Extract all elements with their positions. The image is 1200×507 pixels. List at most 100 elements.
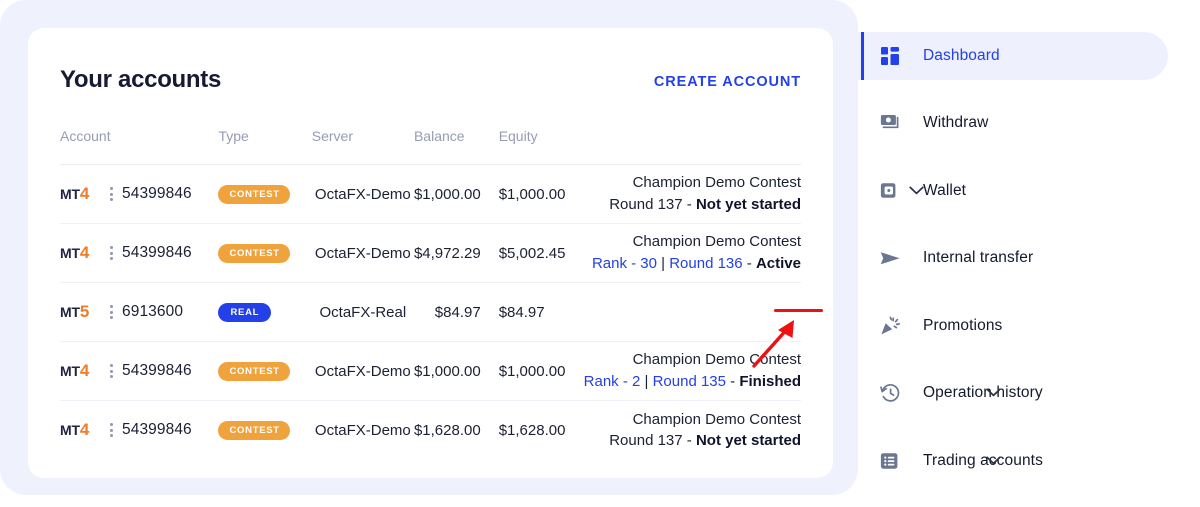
status-dash: - (725, 373, 740, 390)
cell-balance: $84.97 (413, 282, 499, 342)
app-screenshot: Your accounts CREATE ACCOUNT Account Typ… (0, 0, 1200, 507)
table-row[interactable]: MT4 54399846 CONTEST OctaFX-Demo $1,000.… (60, 341, 801, 401)
column-header-equity: Equity (498, 128, 538, 144)
wallet-card-icon (880, 182, 906, 201)
platform-logo: MT4 (60, 184, 90, 203)
contest-name: Champion Demo Contest (632, 174, 801, 192)
cell-server: OctaFX-Demo (314, 421, 411, 439)
sidebar-item-wallet[interactable]: Wallet (858, 167, 966, 215)
table-row[interactable]: MT4 54399846 CONTEST OctaFX-Demo $4,972.… (60, 223, 801, 283)
cell-account: MT4 54399846 (60, 223, 219, 283)
create-account-button[interactable]: CREATE ACCOUNT (654, 74, 801, 90)
cell-contest-status: Champion Demo Contest Rank - 30 | Round 1… (583, 223, 801, 283)
sidebar-item-internal-transfer[interactable]: Internal transfer (858, 234, 1033, 282)
card-header: Your accounts CREATE ACCOUNT (60, 66, 801, 108)
sidebar-item-label: Wallet (923, 182, 967, 199)
sidebar-item-label: Trading accounts (923, 452, 1043, 469)
cell-account: MT4 54399846 (60, 401, 218, 460)
sidebar-item-label: Dashboard (923, 47, 1000, 64)
list-box-icon (880, 452, 906, 471)
contest-status-line: Round 137 - Not yet started (584, 194, 801, 216)
rank-link[interactable]: Rank - 2 (584, 373, 641, 390)
platform-logo: MT4 (60, 361, 90, 380)
column-header-account: Account (60, 128, 111, 144)
sidebar-item-label: Withdraw (923, 114, 989, 131)
cell-type: CONTEST (218, 223, 312, 283)
status-dash: - (682, 196, 696, 213)
cell-equity: $5,002.45 (498, 223, 584, 283)
cell-server: OctaFX-Demo (311, 223, 414, 283)
cell-contest-status: Champion Demo Contest Round 137 - Not yet… (583, 164, 801, 224)
contest-status-line: Rank - 30 | Round 136 - Active (584, 253, 801, 275)
send-arrow-icon (880, 250, 906, 267)
cell-balance: $1,000.00 (413, 164, 499, 224)
dashboard-grid-icon (880, 46, 906, 66)
sidebar-item-trading-accounts[interactable]: Trading accounts (858, 437, 1043, 485)
sidebar-item-operation-history[interactable]: Operation history (858, 369, 1043, 417)
chevron-down-icon[interactable] (909, 182, 924, 200)
status-badge: Not yet started (695, 196, 801, 213)
cell-type: CONTEST (218, 401, 311, 460)
cell-type: CONTEST (218, 341, 312, 401)
sidebar-item-dashboard[interactable]: Dashboard (858, 32, 1168, 80)
cell-equity: $84.97 (498, 282, 584, 342)
cell-account: MT4 54399846 (60, 164, 219, 224)
status-badge: Not yet started (695, 432, 801, 450)
cell-type: CONTEST (218, 164, 312, 224)
chevron-down-icon[interactable] (986, 384, 1001, 402)
sidebar-navigation: Dashboard Withdraw Wallet Internal trans… (858, 0, 1200, 507)
cell-type: REAL (218, 282, 312, 342)
cell-balance: $4,972.29 (413, 223, 499, 283)
status-dash: - (742, 255, 756, 272)
table-row[interactable]: MT4 54399846 CONTEST OctaFX-Demo $1,000.… (60, 164, 801, 224)
sidebar-item-promotions[interactable]: Promotions (858, 302, 1002, 350)
status-separator: | (640, 373, 653, 390)
row-menu-icon[interactable] (100, 364, 122, 378)
banknotes-icon (880, 114, 906, 132)
clock-rewind-icon (880, 383, 906, 403)
contest-name: Champion Demo Contest (632, 410, 801, 428)
account-number: 54399846 (122, 421, 192, 439)
column-header-type: Type (218, 128, 249, 144)
cell-equity: $1,000.00 (498, 341, 584, 401)
platform-logo: MT4 (60, 420, 90, 440)
platform-logo: MT4 (60, 243, 90, 262)
table-row[interactable]: MT4 54399846 CONTEST OctaFX-Demo $1,628.… (60, 401, 801, 460)
account-number: 54399846 (122, 362, 192, 379)
contest-status-line: Rank - 2 | Round 135 - Finished (584, 371, 801, 393)
table-row[interactable]: MT5 6913600 REAL OctaFX-Real $84.97 $84.… (60, 282, 801, 342)
row-menu-icon[interactable] (100, 246, 122, 260)
row-menu-icon[interactable] (100, 187, 122, 201)
annotation-underline (774, 309, 823, 312)
platform-logo: MT5 (60, 302, 90, 321)
round-label[interactable]: Round 135 (653, 373, 726, 390)
cell-server: OctaFX-Demo (311, 164, 414, 224)
account-number: 6913600 (122, 303, 184, 320)
round-label[interactable]: Round 136 (669, 255, 742, 272)
round-label: Round 137 (609, 432, 683, 450)
account-type-badge: CONTEST (218, 244, 290, 263)
status-badge: Active (755, 255, 801, 272)
account-type-badge: REAL (218, 303, 272, 322)
column-header-balance: Balance (413, 128, 465, 144)
contest-name: Champion Demo Contest (632, 233, 801, 251)
cell-server: OctaFX-Demo (311, 341, 414, 401)
chevron-down-icon[interactable] (986, 452, 1001, 470)
page-title: Your accounts (60, 66, 222, 93)
accounts-table-body: MT4 54399846 CONTEST OctaFX-Demo $1,000.… (60, 164, 801, 460)
rank-link[interactable]: Rank - 30 (592, 255, 657, 272)
accounts-card: Your accounts CREATE ACCOUNT Account Typ… (28, 28, 833, 478)
annotation-arrow-icon (752, 320, 794, 368)
round-label: Round 137 (609, 196, 683, 213)
contest-status-line: Round 137 - Not yet started (584, 430, 801, 452)
cell-contest-status: Champion Demo Contest Round 137 - Not yet… (584, 401, 801, 460)
row-menu-icon[interactable] (100, 423, 122, 438)
row-menu-icon[interactable] (100, 305, 122, 319)
cell-balance: $1,628.00 (413, 421, 481, 439)
account-type-badge: CONTEST (218, 362, 290, 381)
cell-server: OctaFX-Real (311, 282, 414, 342)
accounts-table: Account Type Server Balance Equity MT4 5… (60, 128, 801, 460)
sidebar-item-withdraw[interactable]: Withdraw (858, 99, 988, 147)
column-header-server: Server (311, 128, 353, 144)
party-popper-icon (880, 316, 906, 336)
